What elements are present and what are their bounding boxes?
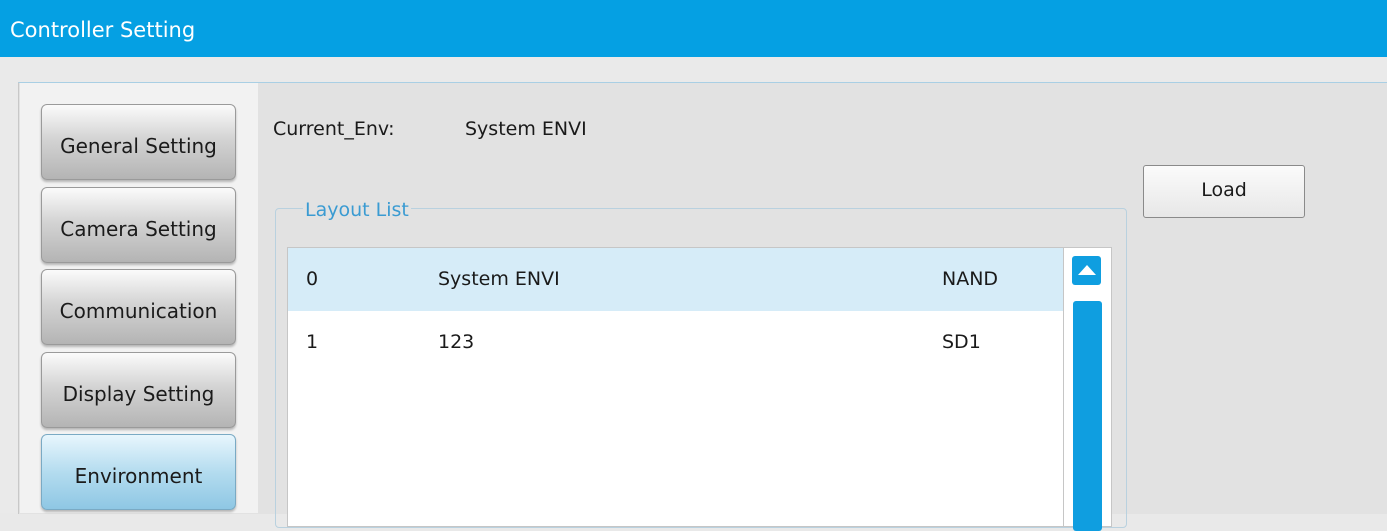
row-storage: NAND	[942, 268, 999, 290]
nav-display-setting[interactable]: Display Setting	[41, 352, 236, 428]
window-title: Controller Setting	[10, 18, 196, 42]
current-env-label: Current_Env:	[273, 118, 395, 140]
row-name: System ENVI	[438, 268, 560, 290]
scroll-up-button[interactable]	[1072, 256, 1101, 285]
nav-environment[interactable]: Environment	[41, 434, 236, 510]
row-index: 0	[306, 268, 319, 290]
layout-list-legend: Layout List	[303, 199, 411, 221]
nav-label: General Setting	[60, 134, 217, 158]
list-row[interactable]: 0 System ENVI NAND	[288, 248, 1063, 311]
list-row[interactable]: 1 123 SD1	[288, 311, 1063, 374]
scroll-thumb[interactable]	[1073, 301, 1102, 531]
nav-label: Camera Setting	[60, 217, 217, 241]
row-storage: SD1	[942, 331, 981, 353]
list-scrollbar[interactable]	[1064, 247, 1112, 531]
triangle-up-icon	[1078, 265, 1096, 275]
row-name: 123	[438, 331, 475, 353]
nav-general-setting[interactable]: General Setting	[41, 104, 236, 180]
nav-label: Environment	[74, 464, 203, 488]
nav-label: Communication	[59, 299, 218, 323]
current-env-value: System ENVI	[465, 118, 587, 140]
layout-list: 0 System ENVI NAND 1 123 SD1	[287, 247, 1064, 527]
load-button[interactable]: Load	[1143, 165, 1305, 218]
nav-communication[interactable]: Communication	[41, 269, 236, 345]
row-index: 1	[306, 331, 319, 353]
nav-camera-setting[interactable]: Camera Setting	[41, 187, 236, 263]
title-bar: Controller Setting	[0, 0, 1387, 57]
load-button-label: Load	[1201, 178, 1247, 201]
nav-label: Display Setting	[62, 382, 215, 406]
